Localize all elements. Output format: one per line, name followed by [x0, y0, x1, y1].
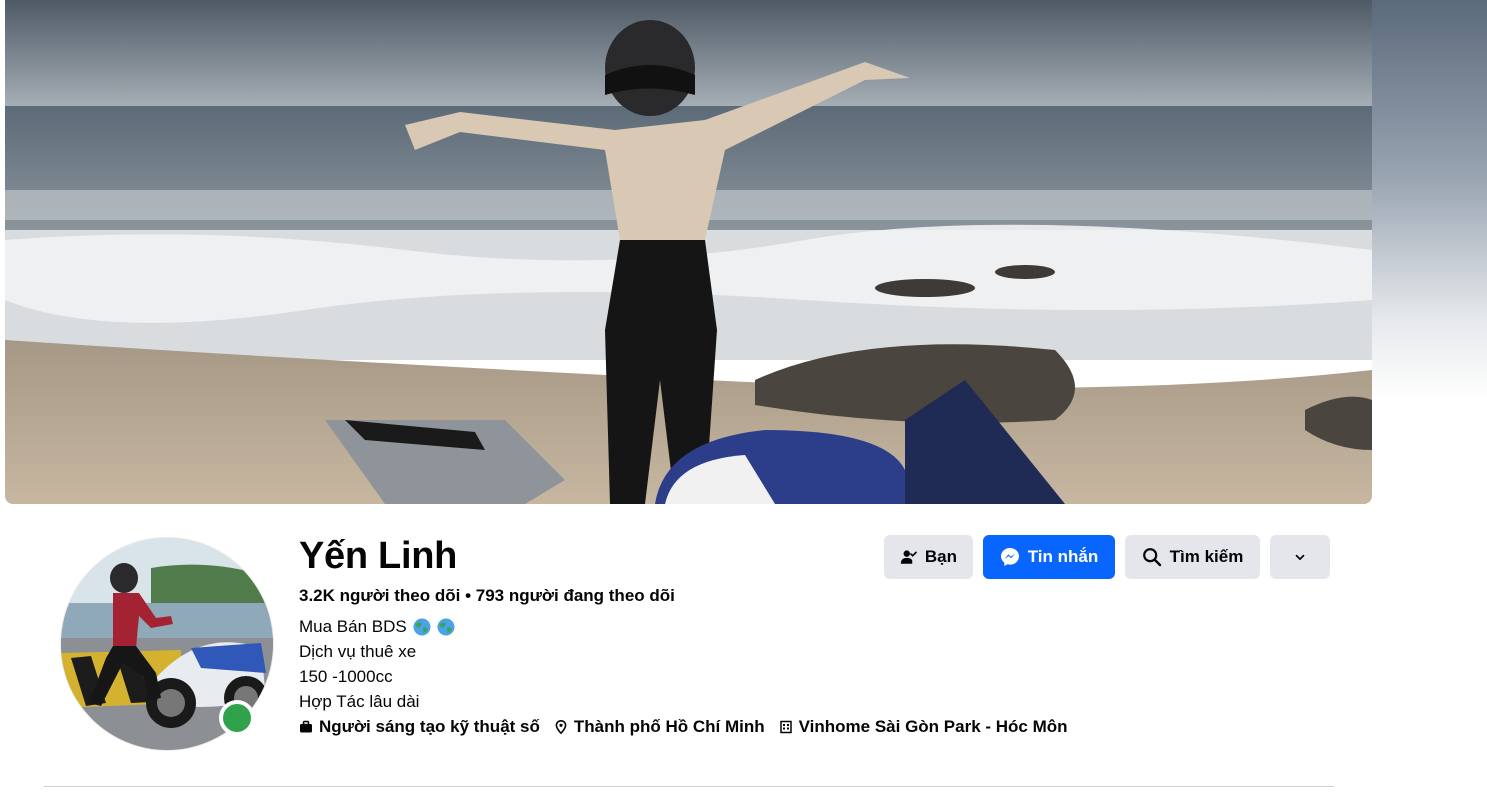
follower-counts[interactable]: 3.2K người theo dõi • 793 người đang the… — [299, 585, 675, 607]
cover-photo[interactable] — [5, 0, 1372, 504]
detail-location-text: Thành phố Hồ Chí Minh — [573, 717, 765, 736]
search-button[interactable]: Tìm kiếm — [1125, 535, 1260, 579]
bio-line: 150 -1000cc — [299, 667, 393, 686]
location-pin-icon — [555, 720, 567, 734]
bio-line-text: Mua Bán BDS — [299, 617, 407, 636]
friends-button[interactable]: Bạn — [884, 535, 973, 579]
profile-details: Người sáng tạo kỹ thuật số Thành phố Hồ … — [299, 717, 1068, 737]
chevron-down-icon — [1295, 554, 1305, 560]
profile-actions: Bạn Tin nhắn Tìm kiếm — [884, 535, 1330, 579]
detail-category-text: Người sáng tạo kỹ thuật số — [319, 717, 540, 736]
bio-line: Dịch vụ thuê xe — [299, 642, 417, 661]
online-status-indicator — [219, 700, 255, 736]
messenger-icon — [1000, 548, 1019, 566]
bio-line: Hợp Tác lâu dài — [299, 692, 420, 711]
briefcase-icon — [300, 720, 312, 733]
globe-emoji-icon — [437, 618, 455, 635]
more-options-button[interactable] — [1270, 535, 1330, 579]
building-icon — [779, 720, 792, 734]
profile-name: Yến Linh — [299, 535, 458, 577]
search-icon — [1142, 548, 1161, 567]
cover-image — [5, 0, 1372, 504]
section-divider — [44, 786, 1334, 787]
message-button-label: Tin nhắn — [1027, 547, 1099, 566]
search-button-label: Tìm kiếm — [1169, 547, 1244, 566]
detail-workplace[interactable]: Vinhome Sài Gòn Park - Hóc Môn — [779, 717, 1068, 737]
detail-location[interactable]: Thành phố Hồ Chí Minh — [554, 717, 765, 737]
detail-workplace-text: Vinhome Sài Gòn Park - Hóc Môn — [798, 717, 1068, 736]
message-button[interactable]: Tin nhắn — [983, 535, 1115, 579]
cover-side-gradient — [1372, 0, 1487, 400]
person-check-icon — [900, 550, 917, 564]
profile-bio: Mua Bán BDS Dịch vụ thuê xe 150 -1000cc … — [299, 614, 455, 714]
bio-line: Mua Bán BDS — [299, 614, 455, 639]
globe-emoji-icon — [413, 618, 431, 635]
detail-category: Người sáng tạo kỹ thuật số — [299, 717, 540, 737]
friends-button-label: Bạn — [924, 547, 957, 566]
